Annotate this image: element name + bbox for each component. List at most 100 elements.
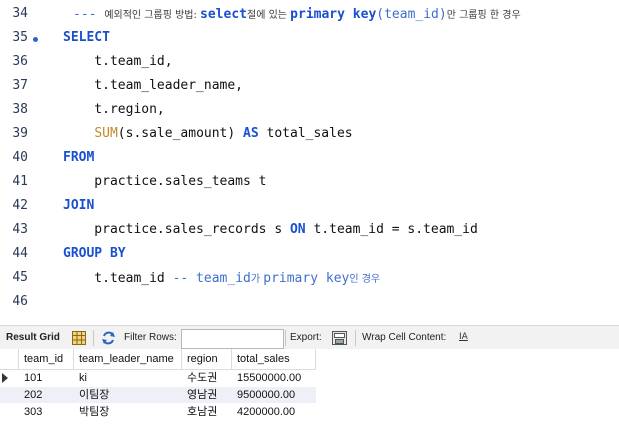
- line-number: 42: [12, 198, 28, 213]
- code-line[interactable]: 44 GROUP BY: [0, 244, 619, 268]
- wrap-cell-content-icon[interactable]: IA: [459, 332, 468, 342]
- grid-header: team_id team_leader_name region total_sa…: [0, 349, 316, 370]
- column-header-total-sales[interactable]: total_sales: [232, 349, 316, 369]
- export-icon[interactable]: [332, 331, 347, 348]
- code-text: SUM(s.sale_amount) AS total_sales: [63, 126, 353, 141]
- code-text: t.region,: [63, 102, 165, 117]
- sql-editor[interactable]: 34 --- 예외적인 그룹핑 방법: select절에 있는 primary k…: [0, 0, 619, 312]
- code-line[interactable]: 40 FROM: [0, 148, 619, 172]
- cell-team-leader-name[interactable]: ki: [74, 370, 182, 386]
- cell-total-sales[interactable]: 15500000.00: [232, 370, 316, 386]
- code-token: ---: [73, 7, 105, 22]
- code-token: 인 경우: [349, 274, 381, 285]
- code-token: 예외적인 그룹핑 방법:: [104, 10, 201, 21]
- line-number: 39: [12, 126, 28, 141]
- code-token: select: [200, 7, 247, 22]
- export-label: Export:: [290, 332, 322, 343]
- code-text: t.team_leader_name,: [63, 78, 243, 93]
- code-token: SELECT: [63, 30, 110, 45]
- code-line[interactable]: 38 t.region,: [0, 100, 619, 124]
- code-token: primary key: [263, 271, 350, 286]
- code-token: t.team_leader_name,: [63, 78, 244, 93]
- code-token: JOIN: [63, 198, 95, 213]
- result-grid-tab[interactable]: Result Grid: [6, 332, 60, 343]
- line-number: 43: [12, 222, 28, 237]
- code-token: t.region,: [63, 102, 165, 117]
- code-token: SUM: [94, 126, 118, 141]
- line-number: 40: [12, 150, 28, 165]
- cell-region[interactable]: 영남권: [182, 387, 232, 403]
- code-text: t.team_id -- team_id가 primary key인 경우: [63, 270, 380, 286]
- line-number: 45: [12, 270, 28, 285]
- table-row[interactable]: 101 ki 수도권 15500000.00: [0, 370, 316, 386]
- cell-team-id[interactable]: 202: [19, 387, 74, 403]
- code-line[interactable]: 42 JOIN: [0, 196, 619, 220]
- result-grid: team_id team_leader_name region total_sa…: [0, 349, 619, 428]
- code-token: 가: [250, 274, 264, 285]
- code-token: primary key: [290, 7, 377, 22]
- column-header-team-leader-name[interactable]: team_leader_name: [74, 349, 182, 369]
- code-text: practice.sales_records s ON t.team_id = …: [63, 222, 478, 237]
- code-line[interactable]: 36 t.team_id,: [0, 52, 619, 76]
- cell-team-leader-name[interactable]: 박팀장: [74, 404, 182, 420]
- line-number: 46: [12, 294, 28, 309]
- column-header-region[interactable]: region: [182, 349, 232, 369]
- code-text: SELECT: [63, 30, 110, 45]
- cell-team-leader-name[interactable]: 이팀장: [74, 387, 182, 403]
- code-text: FROM: [63, 150, 94, 165]
- code-token: total_sales: [258, 126, 353, 141]
- code-token: t.team_id: [63, 271, 173, 286]
- table-row[interactable]: 303 박팀장 호남권 4200000.00: [0, 404, 316, 420]
- code-line[interactable]: 45 t.team_id -- team_id가 primary key인 경우: [0, 268, 619, 292]
- code-token: t.team_id = s.team_id: [305, 222, 478, 237]
- line-number: 38: [12, 102, 28, 117]
- code-line[interactable]: 43 practice.sales_records s ON t.team_id…: [0, 220, 619, 244]
- line-number: 37: [12, 78, 28, 93]
- code-text: JOIN: [63, 198, 94, 213]
- code-token: GROUP BY: [63, 246, 126, 261]
- statement-marker-icon[interactable]: [33, 37, 38, 42]
- wrap-cell-content-label: Wrap Cell Content:: [362, 332, 447, 343]
- line-number: 34: [12, 6, 28, 21]
- code-text: GROUP BY: [63, 246, 126, 261]
- toolbar-divider: [93, 330, 94, 346]
- column-header-team-id[interactable]: team_id: [19, 349, 74, 369]
- line-number: 35: [12, 30, 28, 45]
- code-line[interactable]: 35 SELECT: [0, 28, 619, 52]
- cell-total-sales[interactable]: 9500000.00: [232, 387, 316, 403]
- code-token: FROM: [63, 150, 95, 165]
- result-toolbar: Result Grid Filter Rows: Export: Wrap Ce…: [0, 325, 619, 351]
- cell-team-id[interactable]: 303: [19, 404, 74, 420]
- code-token: (team_id): [376, 7, 447, 22]
- cell-total-sales[interactable]: 4200000.00: [232, 404, 316, 420]
- code-token: AS: [243, 126, 259, 141]
- cell-region[interactable]: 수도권: [182, 370, 232, 386]
- code-token: ON: [289, 222, 306, 237]
- code-line[interactable]: 46: [0, 292, 619, 312]
- filter-rows-input[interactable]: [181, 329, 284, 349]
- refresh-icon[interactable]: [101, 331, 116, 348]
- grid-view-icon[interactable]: [72, 331, 86, 348]
- code-text: t.team_id,: [63, 54, 173, 69]
- code-line[interactable]: 37 t.team_leader_name,: [0, 76, 619, 100]
- line-number: 36: [12, 54, 28, 69]
- row-header-corner: [0, 349, 19, 369]
- code-text: --- 예외적인 그룹핑 방법: select절에 있는 primary key…: [73, 6, 521, 22]
- code-line[interactable]: 41 practice.sales_teams t: [0, 172, 619, 196]
- current-row-marker-icon: [2, 373, 8, 383]
- cell-team-id[interactable]: 101: [19, 370, 74, 386]
- code-token: 만 그룹핑 한 경우: [446, 10, 521, 21]
- filter-rows-label: Filter Rows:: [124, 332, 177, 343]
- line-number: 44: [12, 246, 28, 261]
- cell-region[interactable]: 호남권: [182, 404, 232, 420]
- table-row[interactable]: 202 이팀장 영남권 9500000.00: [0, 387, 316, 403]
- code-token: t.team_id,: [63, 54, 173, 69]
- code-token: -- team_id: [172, 271, 251, 286]
- toolbar-divider: [285, 330, 286, 346]
- line-number: 41: [12, 174, 28, 189]
- code-token: 절에 있는: [247, 10, 291, 21]
- code-line[interactable]: 34 --- 예외적인 그룹핑 방법: select절에 있는 primary k…: [0, 4, 619, 28]
- code-token: practice.sales_teams t: [63, 174, 267, 189]
- code-line[interactable]: 39 SUM(s.sale_amount) AS total_sales: [0, 124, 619, 148]
